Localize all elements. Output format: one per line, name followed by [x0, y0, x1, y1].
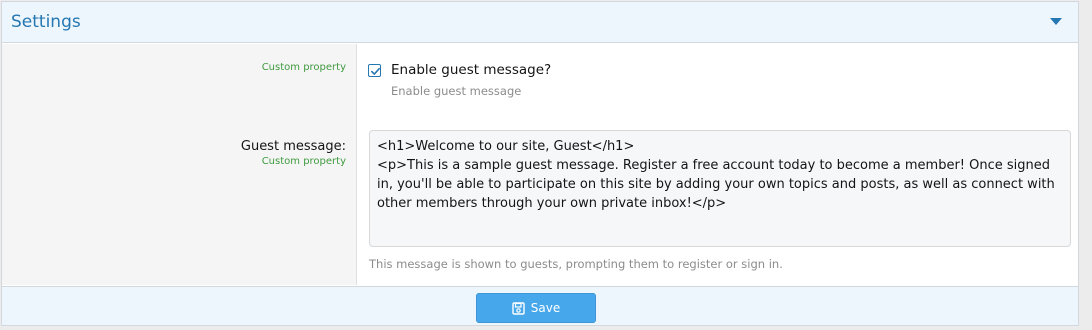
- save-button[interactable]: Save: [476, 293, 596, 323]
- enable-guest-hint: Custom property: [261, 62, 346, 73]
- panel-title: Settings: [11, 12, 81, 32]
- label-column: Custom property Guest message: Custom pr…: [2, 44, 357, 285]
- guest-message-explain: This message is shown to guests, prompti…: [369, 257, 783, 271]
- floppy-disk-icon: [512, 301, 525, 315]
- save-button-label: Save: [530, 301, 561, 315]
- guest-message-label-group: Guest message: Custom property: [241, 139, 346, 167]
- form-footer: Save: [2, 286, 1078, 325]
- guest-message-textarea[interactable]: <h1>Welcome to our site, Guest</h1> <p>T…: [369, 130, 1071, 247]
- guest-message-label: Guest message:: [240, 139, 346, 154]
- caret-down-icon[interactable]: [1050, 18, 1062, 25]
- enable-guest-checkbox[interactable]: [368, 64, 381, 77]
- panel-header[interactable]: Settings: [2, 2, 1078, 43]
- guest-message-hint: Custom property: [261, 156, 346, 167]
- enable-guest-explain: Enable guest message: [391, 84, 522, 98]
- enable-guest-label[interactable]: Enable guest message?: [391, 62, 551, 78]
- settings-panel: Settings Custom property Guest message: …: [1, 1, 1079, 326]
- checkmark-icon: [371, 67, 380, 75]
